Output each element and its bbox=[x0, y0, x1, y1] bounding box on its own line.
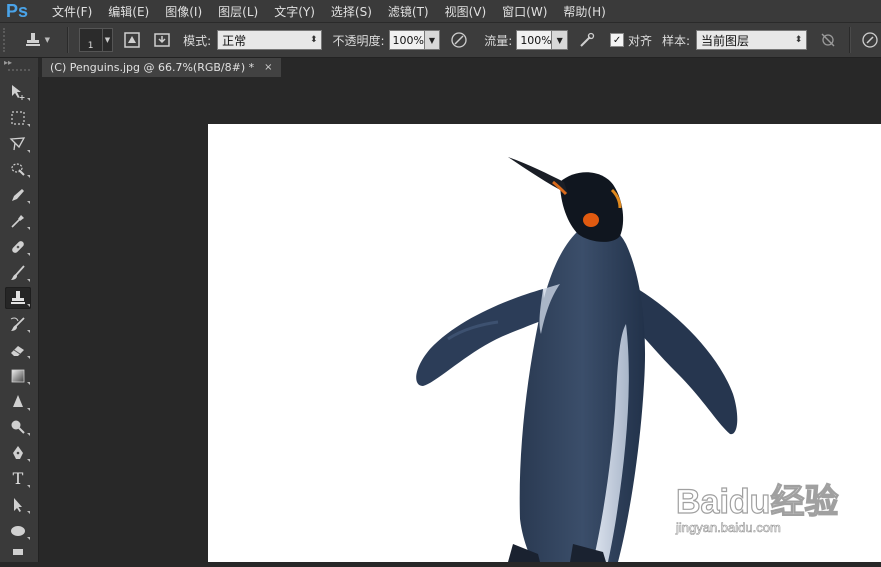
document-tabs: (C) Penguins.jpg @ 66.7%(RGB/8#) * × bbox=[38, 58, 881, 77]
menu-view[interactable]: 视图(V) bbox=[445, 3, 487, 20]
chevron-down-icon: ▼ bbox=[44, 36, 50, 44]
clone-stamp-tool[interactable] bbox=[5, 287, 31, 310]
brush-tool[interactable] bbox=[5, 262, 31, 284]
aligned-label: 对齐 bbox=[627, 33, 652, 48]
blur-drop-icon bbox=[13, 394, 23, 407]
options-bar-grip[interactable] bbox=[3, 28, 11, 52]
menu-help[interactable]: 帮助(H) bbox=[563, 3, 605, 20]
canvas-workspace[interactable]: Baidu经验 jingyan.baidu.com bbox=[39, 77, 881, 562]
tool-preset-picker[interactable]: ▼ bbox=[17, 27, 57, 53]
mode-label: 模式: bbox=[183, 33, 212, 48]
sample-value: 当前图层 bbox=[701, 33, 750, 48]
updown-arrow-icon: ⬍ bbox=[794, 35, 803, 45]
brush-size-preview[interactable]: 1 bbox=[78, 28, 103, 52]
sample-select[interactable]: 当前图层 ⬍ bbox=[696, 30, 808, 50]
sample-label: 样本: bbox=[661, 33, 691, 48]
airbrush-icon[interactable] bbox=[576, 29, 598, 51]
eraser-tool[interactable] bbox=[5, 339, 31, 361]
move-icon bbox=[12, 85, 25, 100]
rect-marquee-icon bbox=[11, 111, 25, 125]
toggle-brush-panel-icon[interactable] bbox=[121, 29, 143, 51]
flow-label: 流量: bbox=[484, 33, 513, 48]
mode-select[interactable]: 正常 ⬍ bbox=[217, 30, 323, 50]
polygon-lasso-icon bbox=[9, 136, 26, 150]
menu-filter[interactable]: 滤镜(T) bbox=[388, 3, 429, 20]
options-bar: ▼ 1 ▼ 模式: 正常 ⬍ 不透明度: 100% ▼ 流量: 100% ▼ ✓… bbox=[0, 23, 881, 58]
gradient-tool[interactable] bbox=[5, 365, 31, 387]
checkmark-icon: ✓ bbox=[612, 34, 622, 46]
menu-bar: Ps 文件(F) 编辑(E) 图像(I) 图层(L) 文字(Y) 选择(S) 滤… bbox=[0, 0, 881, 23]
menu-edit[interactable]: 编辑(E) bbox=[108, 3, 149, 20]
dodge-icon bbox=[11, 420, 25, 435]
marquee-tool[interactable] bbox=[5, 107, 31, 129]
clone-stamp-icon bbox=[11, 291, 25, 305]
type-tool[interactable]: T bbox=[5, 468, 31, 490]
opacity-dropdown[interactable]: ▼ bbox=[424, 30, 441, 50]
toolbox: ▸▸ T bbox=[0, 58, 39, 562]
toggle-clone-source-icon[interactable] bbox=[151, 29, 173, 51]
hand-icon bbox=[13, 549, 23, 556]
hand-tool[interactable] bbox=[5, 545, 31, 567]
history-brush-icon bbox=[10, 317, 25, 332]
photoshop-logo: Ps bbox=[6, 0, 29, 21]
pen-tool[interactable] bbox=[5, 442, 31, 464]
history-brush-tool[interactable] bbox=[5, 313, 31, 335]
tab-penguins-document[interactable]: (C) Penguins.jpg @ 66.7%(RGB/8#) * × bbox=[42, 58, 281, 77]
pressure-opacity-icon[interactable] bbox=[448, 29, 470, 51]
ellipse-icon bbox=[11, 525, 25, 536]
close-icon[interactable]: × bbox=[264, 62, 272, 73]
quick-select-icon bbox=[11, 163, 25, 177]
gradient-icon bbox=[11, 369, 25, 383]
aligned-checkbox[interactable]: ✓ bbox=[610, 33, 624, 47]
pen-icon bbox=[13, 446, 23, 460]
blur-tool[interactable] bbox=[5, 391, 31, 413]
eyedropper-icon bbox=[11, 214, 24, 228]
arrow-cursor-icon bbox=[14, 497, 22, 512]
penguin-image bbox=[416, 157, 738, 562]
menu-image[interactable]: 图像(I) bbox=[165, 3, 202, 20]
bandage-icon bbox=[12, 240, 24, 253]
menu-file[interactable]: 文件(F) bbox=[52, 3, 92, 20]
eraser-icon bbox=[11, 345, 24, 356]
opacity-label: 不透明度: bbox=[332, 33, 385, 48]
crop-tool[interactable] bbox=[5, 184, 31, 206]
separator bbox=[849, 27, 852, 53]
dodge-tool[interactable] bbox=[5, 416, 31, 438]
menu-window[interactable]: 窗口(W) bbox=[502, 3, 547, 20]
document-tab-title: (C) Penguins.jpg @ 66.7%(RGB/8#) * bbox=[50, 61, 255, 74]
path-select-tool[interactable] bbox=[5, 494, 31, 516]
flow-dropdown[interactable]: ▼ bbox=[552, 30, 569, 50]
healing-brush-tool[interactable] bbox=[5, 236, 31, 258]
toolbox-collapse-icon[interactable]: ▸▸ bbox=[0, 58, 38, 67]
menu-layer[interactable]: 图层(L) bbox=[218, 3, 258, 20]
clone-stamp-icon bbox=[25, 33, 40, 46]
toolbox-grip[interactable] bbox=[8, 69, 30, 75]
menu-select[interactable]: 选择(S) bbox=[331, 3, 372, 20]
pressure-size-icon[interactable] bbox=[859, 29, 881, 51]
opacity-field[interactable]: 100% bbox=[388, 30, 425, 50]
lasso-tool[interactable] bbox=[5, 133, 31, 155]
menu-type[interactable]: 文字(Y) bbox=[274, 3, 315, 20]
flow-field[interactable]: 100% bbox=[516, 30, 553, 50]
separator bbox=[66, 27, 69, 53]
ignore-adjustment-layers-icon[interactable] bbox=[817, 29, 839, 51]
mode-value: 正常 bbox=[222, 33, 247, 48]
quick-select-tool[interactable] bbox=[5, 158, 31, 180]
brush-picker-dropdown[interactable]: ▼ bbox=[102, 28, 114, 52]
eyedropper-tool[interactable] bbox=[5, 210, 31, 232]
move-tool[interactable] bbox=[5, 81, 31, 103]
brush-icon bbox=[11, 264, 25, 280]
ellipse-tool[interactable] bbox=[5, 520, 31, 542]
pen-nib-icon bbox=[12, 189, 24, 202]
type-icon: T bbox=[12, 469, 24, 489]
updown-arrow-icon: ⬍ bbox=[309, 35, 318, 45]
document-canvas[interactable]: Baidu经验 jingyan.baidu.com bbox=[208, 124, 881, 562]
